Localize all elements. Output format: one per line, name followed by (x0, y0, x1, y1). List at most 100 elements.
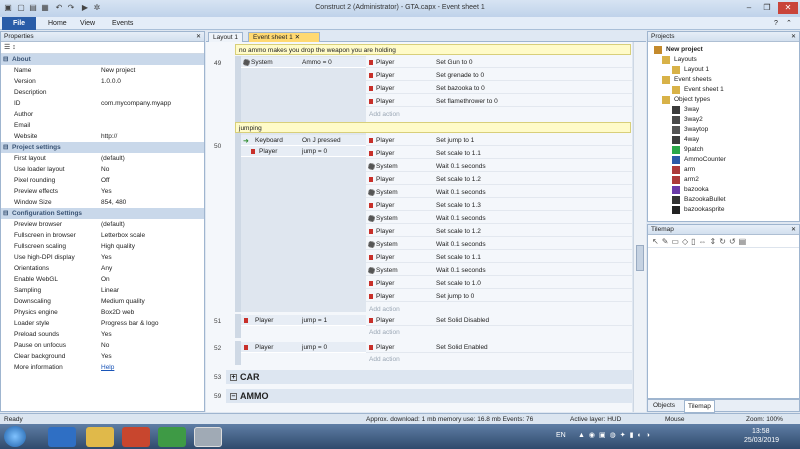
property-value[interactable]: com.mycompany.myapp (101, 98, 171, 109)
property-row[interactable]: Preview browser (default) (1, 219, 204, 230)
tab-close-icon[interactable]: ✕ (295, 34, 300, 41)
eraser-icon[interactable]: ◇ (682, 237, 691, 246)
property-value[interactable]: 1.0.0.0 (101, 76, 121, 87)
action-row[interactable]: Player Set Gun to 0 (366, 57, 632, 68)
property-row[interactable]: Loader style Progress bar & logo (1, 318, 204, 329)
sort-icon[interactable]: ↕ (12, 44, 16, 51)
property-row[interactable]: Website http:// (1, 131, 204, 142)
action-row[interactable]: Player Set scale to 1.1 (366, 148, 632, 159)
property-value[interactable]: No (101, 340, 109, 351)
property-value[interactable]: Yes (101, 329, 112, 340)
ribbon-collapse-icon[interactable]: ⌃ (786, 18, 792, 30)
condition-row[interactable]: System Ammo = 0 (241, 57, 366, 68)
property-category[interactable]: Project settings ⊟ (1, 142, 204, 153)
pin-icon[interactable]: ✕ (196, 32, 201, 42)
property-category[interactable]: About ⊟ (1, 54, 204, 65)
pencil-icon[interactable]: ✎ (662, 237, 672, 246)
action-row[interactable]: Player Set Solid Enabled (366, 342, 632, 353)
condition-row[interactable]: Player jump = 1 (241, 315, 366, 326)
pin-icon[interactable]: ✕ (791, 225, 796, 235)
tab-layout-1[interactable]: Layout 1 (208, 32, 243, 42)
add-action-link[interactable]: Add action (366, 304, 400, 315)
action-row[interactable]: Player Set scale to 1.3 (366, 200, 632, 211)
comment-jumping[interactable]: jumping (235, 122, 631, 133)
collapse-icon[interactable]: ⊟ (3, 142, 8, 153)
close-icon[interactable]: ✕ (778, 2, 798, 14)
add-action-link[interactable]: Add action (366, 327, 400, 338)
condition-row[interactable]: ➜ Keyboard On J pressed (241, 135, 366, 146)
action-row[interactable]: Player Set Solid Disabled (366, 315, 632, 326)
property-row[interactable]: Clear background Yes (1, 351, 204, 362)
property-value[interactable]: (default) (101, 219, 125, 230)
action-row[interactable]: Player Set grenade to 0 (366, 70, 632, 81)
property-row[interactable]: Window Size 854, 480 (1, 197, 204, 208)
action-row[interactable]: System Wait 0.1 seconds (366, 239, 632, 250)
tab-events[interactable]: Events (112, 18, 133, 30)
action-row[interactable]: System Wait 0.1 seconds (366, 213, 632, 224)
group-car[interactable]: + CAR (226, 370, 632, 384)
file-button[interactable]: File (2, 17, 36, 30)
property-row[interactable]: Use high-DPI display Yes (1, 252, 204, 263)
tab-event-sheet-1[interactable]: Event sheet 1 ✕ (248, 32, 320, 42)
action-row[interactable]: Player Set scale to 1.2 (366, 226, 632, 237)
minimize-icon[interactable]: – (742, 2, 756, 14)
property-value[interactable]: Linear (101, 285, 119, 296)
property-value[interactable]: Yes (101, 252, 112, 263)
tab-tilemap[interactable]: Tilemap (684, 400, 715, 413)
property-row[interactable]: Orientations Any (1, 263, 204, 274)
property-value[interactable]: High quality (101, 241, 135, 252)
property-value[interactable]: No (101, 164, 109, 175)
property-row[interactable]: Downscaling Medium quality (1, 296, 204, 307)
property-row[interactable]: Enable WebGL On (1, 274, 204, 285)
clock-time[interactable]: 13:58 (752, 428, 770, 435)
event-sheet-scrollbar[interactable] (633, 42, 646, 412)
property-row[interactable]: Physics engine Box2D web (1, 307, 204, 318)
property-row[interactable]: Sampling Linear (1, 285, 204, 296)
construct-icon[interactable] (194, 427, 222, 447)
property-row[interactable]: Use loader layout No (1, 164, 204, 175)
media-player-icon[interactable] (122, 427, 150, 447)
property-value[interactable]: Progress bar & logo (101, 318, 158, 329)
action-row[interactable]: Player Set jump to 1 (366, 135, 632, 146)
tray-icons[interactable]: ▲◉▣◍✦▮◐◑ (578, 431, 654, 439)
property-value[interactable]: Box2D web (101, 307, 134, 318)
collapse-icon[interactable]: ⊟ (3, 208, 8, 219)
ie-icon[interactable] (48, 427, 76, 447)
pin-icon[interactable]: ✕ (791, 32, 796, 42)
property-value[interactable]: (default) (101, 153, 125, 164)
property-value[interactable]: New project (101, 65, 135, 76)
action-row[interactable]: Player Set flamethrower to 0 (366, 96, 632, 107)
action-row[interactable]: Player Set scale to 1.0 (366, 278, 632, 289)
erase-rect-icon[interactable]: ▯ (691, 237, 698, 246)
property-value[interactable]: Off (101, 175, 110, 186)
condition-row[interactable]: Player jump = 0 (241, 146, 366, 157)
property-row[interactable]: Name New project (1, 65, 204, 76)
categorize-icon[interactable]: ☰ (4, 44, 10, 51)
pointer-icon[interactable]: ↖ (652, 237, 662, 246)
group-ammo[interactable]: – AMMO (226, 389, 632, 403)
add-action-link[interactable]: Add action (366, 109, 400, 120)
rotate-back-icon[interactable]: ↺ (729, 237, 739, 246)
tab-objects[interactable]: Objects (653, 400, 675, 411)
property-value[interactable]: Medium quality (101, 296, 145, 307)
property-row[interactable]: Version 1.0.0.0 (1, 76, 204, 87)
property-value[interactable]: Help (101, 362, 114, 373)
property-row[interactable]: Fullscreen in browser Letterbox scale (1, 230, 204, 241)
property-row[interactable]: First layout (default) (1, 153, 204, 164)
scrollbar-thumb[interactable] (636, 245, 644, 271)
action-row[interactable]: System Wait 0.1 seconds (366, 161, 632, 172)
maximize-icon[interactable]: ❐ (760, 2, 774, 14)
property-row[interactable]: More information Help (1, 362, 204, 373)
action-row[interactable]: Player Set bazooka to 0 (366, 83, 632, 94)
collapse-icon[interactable]: ⊟ (3, 54, 8, 65)
rotate-icon[interactable]: ↻ (719, 237, 729, 246)
action-row[interactable]: System Wait 0.1 seconds (366, 187, 632, 198)
property-row[interactable]: Pixel rounding Off (1, 175, 204, 186)
rectangle-icon[interactable]: ▭ (671, 237, 682, 246)
explorer-icon[interactable] (86, 427, 114, 447)
property-row[interactable]: Email (1, 120, 204, 131)
property-value[interactable]: Yes (101, 186, 112, 197)
property-value[interactable]: On (101, 274, 110, 285)
flip-icon[interactable]: ⇕ (710, 237, 720, 246)
tab-home[interactable]: Home (48, 18, 67, 30)
